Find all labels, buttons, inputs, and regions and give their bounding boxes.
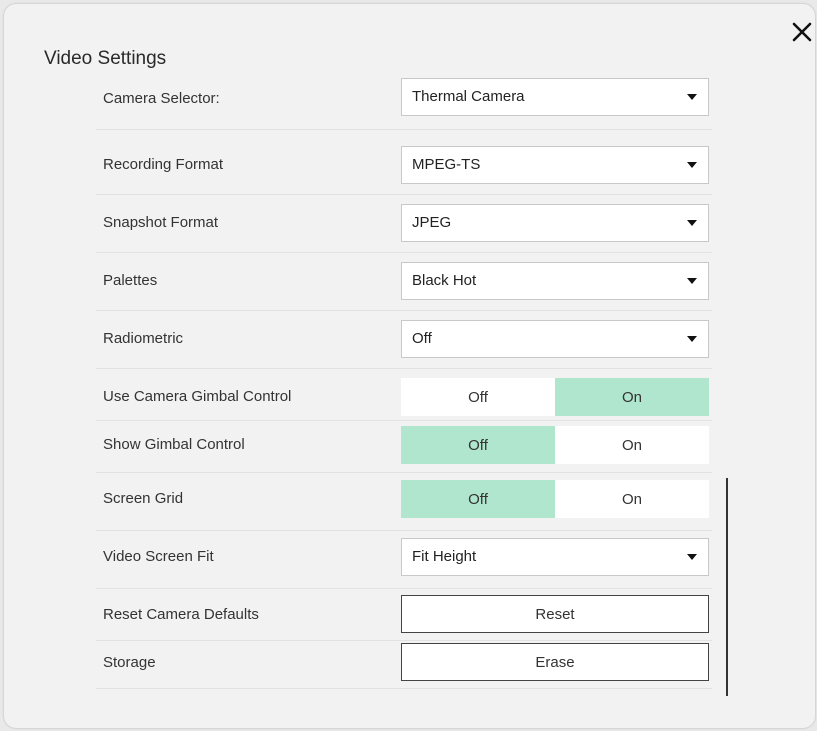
use-gimbal-off-option[interactable]: Off bbox=[401, 378, 555, 416]
video-fit-value: Fit Height bbox=[412, 548, 477, 565]
video-fit-label: Video Screen Fit bbox=[103, 548, 214, 565]
divider bbox=[96, 129, 712, 130]
show-gimbal-off-option[interactable]: Off bbox=[401, 426, 555, 464]
divider bbox=[96, 530, 712, 531]
reset-defaults-label: Reset Camera Defaults bbox=[103, 606, 259, 623]
show-gimbal-on-option[interactable]: On bbox=[555, 426, 709, 464]
palettes-value: Black Hot bbox=[412, 272, 477, 289]
use-gimbal-label: Use Camera Gimbal Control bbox=[103, 388, 292, 405]
snapshot-format-dropdown[interactable]: JPEG bbox=[401, 204, 709, 242]
camera-selector-dropdown[interactable]: Thermal Camera bbox=[401, 78, 709, 116]
chevron-down-icon bbox=[687, 554, 697, 560]
storage-label: Storage bbox=[103, 654, 156, 671]
palettes-label: Palettes bbox=[103, 272, 158, 289]
chevron-down-icon bbox=[687, 162, 697, 168]
show-gimbal-toggle: Off On bbox=[401, 426, 709, 464]
use-gimbal-on-option[interactable]: On bbox=[555, 378, 709, 416]
recording-format-dropdown[interactable]: MPEG-TS bbox=[401, 146, 709, 184]
divider bbox=[96, 472, 712, 473]
screen-grid-label: Screen Grid bbox=[103, 490, 184, 507]
chevron-down-icon bbox=[687, 94, 697, 100]
reset-button[interactable]: Reset bbox=[401, 595, 709, 633]
divider bbox=[96, 688, 712, 689]
radiometric-label: Radiometric bbox=[103, 330, 184, 347]
divider bbox=[96, 194, 712, 195]
divider bbox=[96, 310, 712, 311]
use-gimbal-toggle: Off On bbox=[401, 378, 709, 416]
divider bbox=[96, 640, 712, 641]
radiometric-dropdown[interactable]: Off bbox=[401, 320, 709, 358]
show-gimbal-label: Show Gimbal Control bbox=[103, 436, 245, 453]
camera-selector-value: Thermal Camera bbox=[412, 88, 525, 105]
recording-format-label: Recording Format bbox=[103, 156, 224, 173]
scrollbar[interactable] bbox=[726, 478, 728, 696]
video-fit-dropdown[interactable]: Fit Height bbox=[401, 538, 709, 576]
chevron-down-icon bbox=[687, 220, 697, 226]
snapshot-format-label: Snapshot Format bbox=[103, 214, 219, 231]
chevron-down-icon bbox=[687, 336, 697, 342]
camera-selector-label: Camera Selector: bbox=[103, 90, 220, 107]
screen-grid-toggle: Off On bbox=[401, 480, 709, 518]
palettes-dropdown[interactable]: Black Hot bbox=[401, 262, 709, 300]
divider bbox=[96, 368, 712, 369]
erase-button[interactable]: Erase bbox=[401, 643, 709, 681]
chevron-down-icon bbox=[687, 278, 697, 284]
screen-grid-on-option[interactable]: On bbox=[555, 480, 709, 518]
divider bbox=[96, 420, 712, 421]
radiometric-value: Off bbox=[412, 330, 432, 347]
video-settings-dialog: Video Settings Camera Selector: Thermal … bbox=[4, 4, 815, 728]
divider bbox=[96, 252, 712, 253]
screen-grid-off-option[interactable]: Off bbox=[401, 480, 555, 518]
close-icon[interactable] bbox=[787, 17, 817, 47]
recording-format-value: MPEG-TS bbox=[412, 156, 481, 173]
divider bbox=[96, 588, 712, 589]
dialog-title: Video Settings bbox=[44, 48, 167, 69]
snapshot-format-value: JPEG bbox=[412, 214, 452, 231]
